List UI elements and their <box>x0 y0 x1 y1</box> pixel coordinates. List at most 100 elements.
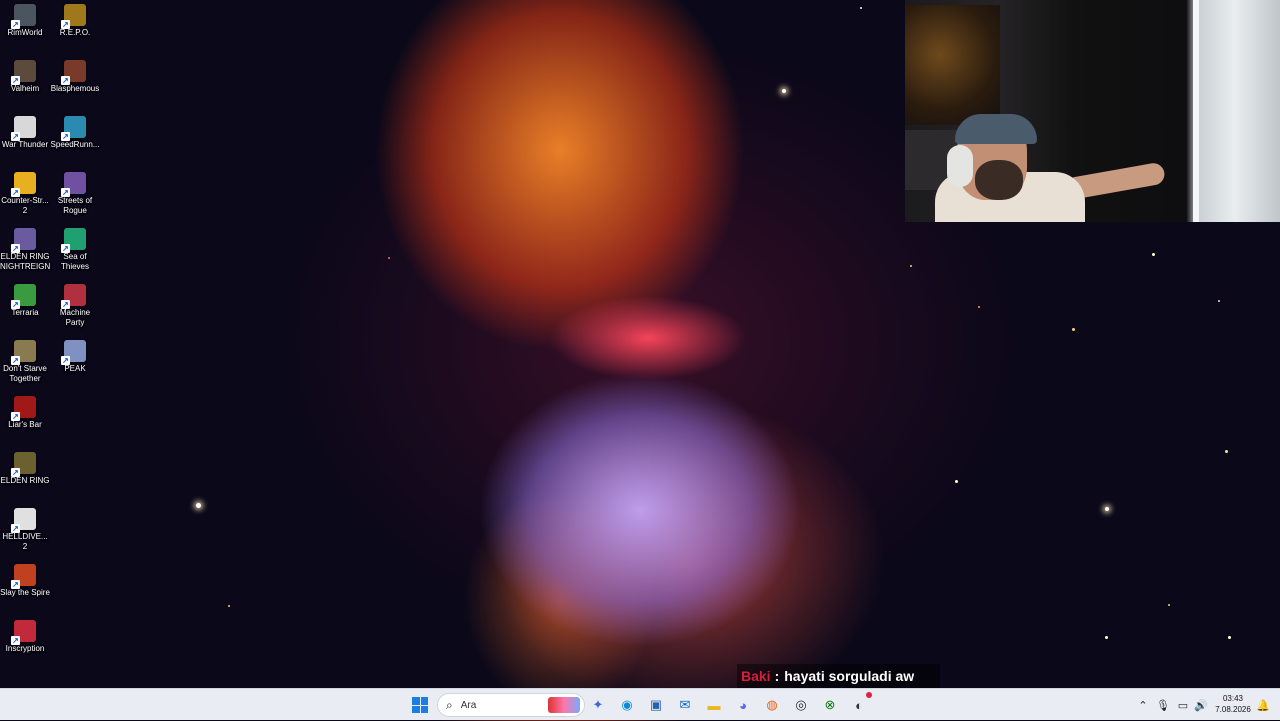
star <box>910 265 912 267</box>
webcam-overlay <box>905 0 1280 222</box>
taskbar: ⌕ Ara ✦ ◉ ▣ ✉ ▬ ◕ ◍ ◎ ⊗ ◐ ⌃ 🎙 ▭ 🔊 03:43 7.08.2026… <box>0 688 1280 720</box>
star <box>1225 450 1228 453</box>
outlook-icon[interactable]: ✉ <box>674 694 696 716</box>
obs-icon-glyph: ◐ <box>855 697 863 713</box>
windows-icon <box>412 697 428 713</box>
shortcut-label: HELLDIVE... 2 <box>2 532 48 551</box>
star <box>1105 507 1109 511</box>
search-input[interactable]: ⌕ Ara <box>437 693 585 717</box>
star <box>196 503 201 508</box>
chat-separator: : <box>774 668 780 684</box>
desktop-shortcut[interactable]: Liar's Bar <box>0 392 50 430</box>
firefox-icon-glyph: ◍ <box>766 697 778 712</box>
network-icon[interactable]: ▭ <box>1174 699 1192 712</box>
shortcut-label: Slay the Spire <box>0 588 50 597</box>
notification-badge <box>866 692 872 698</box>
star <box>955 480 958 483</box>
door <box>1193 0 1280 222</box>
shortcut-label: RimWorld <box>7 28 43 37</box>
elden-ring-icon <box>11 452 36 477</box>
star <box>978 306 980 308</box>
star <box>228 605 230 607</box>
elden-ring-nightreign-icon <box>11 228 36 253</box>
shortcut-label: Inscryption <box>5 644 45 653</box>
chat-overlay: Baki : hayati sorguladi aw <box>737 664 940 688</box>
repo-icon <box>61 4 86 29</box>
star <box>1105 636 1108 639</box>
desktop-shortcut[interactable]: Blasphemous <box>50 56 100 94</box>
shortcut-label: Liar's Bar <box>8 420 42 429</box>
desktop-shortcut[interactable]: SpeedRunn... <box>50 112 100 150</box>
shortcut-label: War Thunder <box>1 140 49 149</box>
copilot-icon[interactable]: ✦ <box>587 694 609 716</box>
terraria-icon <box>11 284 36 309</box>
firefox-icon[interactable]: ◍ <box>761 694 783 716</box>
star <box>1072 328 1075 331</box>
desktop-shortcut[interactable]: Terraria <box>0 280 50 318</box>
edge-icon[interactable]: ◉ <box>616 694 638 716</box>
xbox-icon-glyph: ⊗ <box>824 697 836 712</box>
valheim-icon <box>11 60 36 85</box>
streamer-beard <box>975 160 1023 200</box>
shortcut-label: Sea of Thieves <box>60 252 89 271</box>
desktop-shortcut[interactable]: Machine Party <box>50 280 100 328</box>
obs-icon[interactable]: ◐ <box>848 692 872 716</box>
steam-icon-glyph: ◎ <box>795 697 807 712</box>
chevron-up-icon[interactable]: ⌃ <box>1134 699 1152 712</box>
rimworld-icon <box>11 4 36 29</box>
clock-date: 7.08.2026 <box>1215 705 1251 714</box>
star <box>1218 300 1220 302</box>
search-placeholder: Ara <box>460 699 477 711</box>
desktop-shortcut[interactable]: ELDEN RING <box>0 448 50 486</box>
slay-the-spire-icon <box>11 564 36 589</box>
discord-icon-glyph: ◕ <box>739 697 747 713</box>
desktop-shortcut[interactable]: Inscryption <box>0 616 50 654</box>
speedrunners-icon <box>61 116 86 141</box>
steam-icon[interactable]: ◎ <box>790 694 812 716</box>
store-icon[interactable]: ▣ <box>645 694 667 716</box>
shortcut-label: Counter-Str... 2 <box>1 196 49 215</box>
file-explorer-icon[interactable]: ▬ <box>703 694 725 716</box>
shortcut-label: Terraria <box>11 308 39 317</box>
desktop-shortcut[interactable]: Counter-Str... 2 <box>0 168 50 216</box>
clock[interactable]: 03:43 7.08.2026 <box>1208 693 1258 715</box>
file-explorer-icon-glyph: ▬ <box>707 697 721 713</box>
star <box>782 89 786 93</box>
desktop-shortcut[interactable]: Sea of Thieves <box>50 224 100 272</box>
blasphemous-icon <box>61 60 86 85</box>
desktop-shortcut[interactable]: Don't Starve Together <box>0 336 50 384</box>
star <box>1228 636 1231 639</box>
desktop-shortcut[interactable]: PEAK <box>50 336 100 374</box>
shortcut-label: Streets of Rogue <box>57 196 93 215</box>
peak-icon <box>61 340 86 365</box>
headphones <box>947 145 973 187</box>
copilot-icon-glyph: ✦ <box>592 697 604 712</box>
chat-message: hayati sorguladi aw <box>784 668 915 684</box>
shortcut-label: SpeedRunn... <box>50 140 100 149</box>
discord-icon[interactable]: ◕ <box>732 694 754 716</box>
shortcut-label: ELDEN RING NIGHTREIGN <box>0 252 51 271</box>
start-button[interactable] <box>409 694 431 716</box>
star <box>1152 253 1155 256</box>
desktop-shortcut[interactable]: Slay the Spire <box>0 560 50 598</box>
dont-starve-icon <box>11 340 36 365</box>
shortcut-label: ELDEN RING <box>0 476 50 485</box>
shortcut-label: Don't Starve Together <box>3 364 47 383</box>
shortcut-label: Blasphemous <box>50 84 100 93</box>
desktop-shortcut[interactable]: Streets of Rogue <box>50 168 100 216</box>
notification-button[interactable]: 🔔 <box>1256 689 1270 721</box>
desktop-shortcut[interactable]: ELDEN RING NIGHTREIGN <box>0 224 50 272</box>
desktop-shortcut[interactable]: R.E.P.O. <box>50 0 100 38</box>
desktop-shortcut[interactable]: War Thunder <box>0 112 50 150</box>
xbox-icon[interactable]: ⊗ <box>819 694 841 716</box>
liars-bar-icon <box>11 396 36 421</box>
microphone-icon[interactable]: 🎙 <box>1152 699 1174 712</box>
helldivers-icon <box>11 508 36 533</box>
desktop-shortcut[interactable]: Valheim <box>0 56 50 94</box>
desktop-shortcut[interactable]: HELLDIVE... 2 <box>0 504 50 552</box>
search-highlight-icon <box>548 697 580 713</box>
shortcut-label: PEAK <box>64 364 86 373</box>
outlook-icon-glyph: ✉ <box>679 697 691 712</box>
desktop-shortcut[interactable]: RimWorld <box>0 0 50 38</box>
star <box>388 257 390 259</box>
